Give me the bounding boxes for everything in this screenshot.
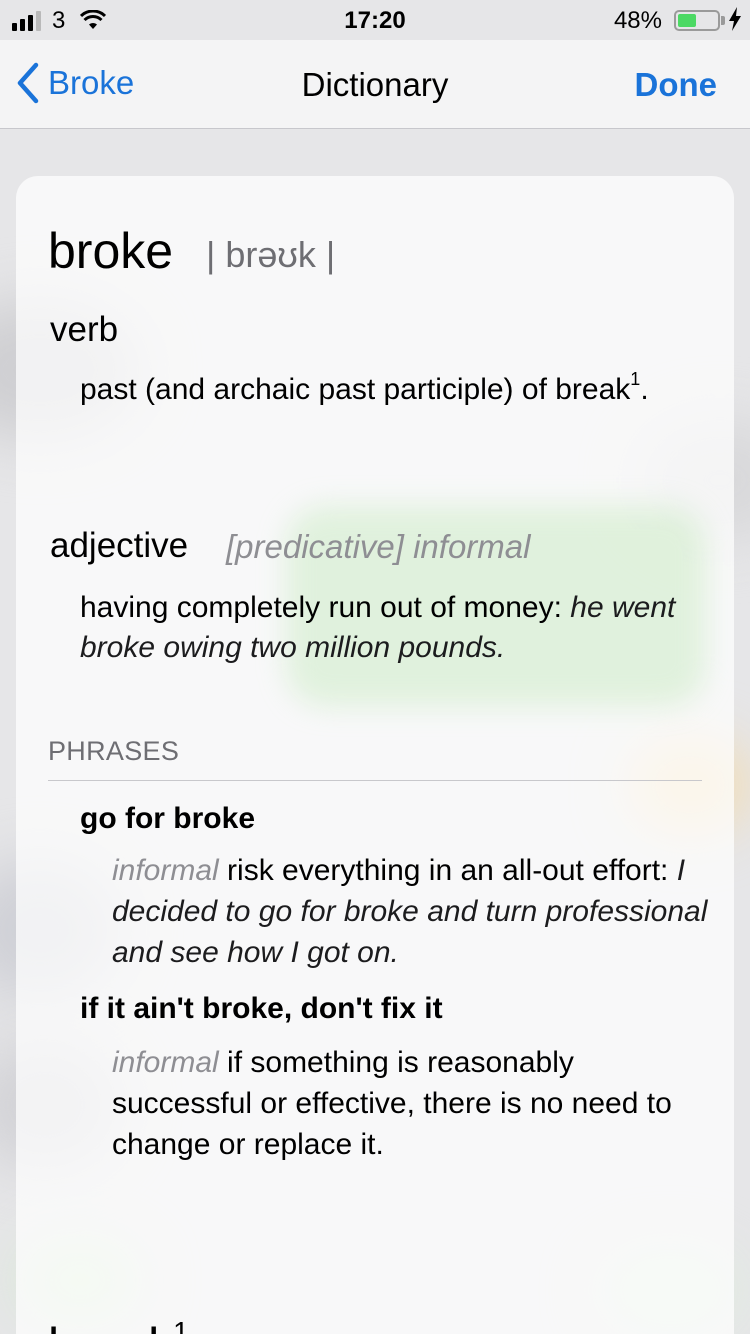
phrase-definition: informal if something is reasonably succ… [112,1042,712,1165]
homograph-number: 1 [630,369,641,389]
phrase-definition: informal risk everything in an all-out e… [112,850,712,973]
phrase-title: go for broke [80,802,256,835]
usage-labels: [predicative] informal [226,528,531,565]
register-label: informal [112,1046,219,1079]
headword: broke [48,223,174,279]
definition-verb: past (and archaic past participle) of br… [80,366,690,414]
done-button[interactable]: Done [635,66,718,104]
charging-bolt-icon [728,7,742,38]
definition-adjective: having completely run out of money: he w… [80,588,690,668]
pronunciation: | brəʊk | [206,234,336,275]
dictionary-screen: 3 17:20 48% Broke Dictionary Done broke … [0,0,750,1334]
definition-card[interactable]: broke | brəʊk | verb past (and archaic p… [16,176,734,1334]
battery-percentage: 48% [613,7,662,34]
part-of-speech-verb: verb [50,310,119,349]
definition-adjective-text: having completely run out of money: [80,591,562,624]
register-label: informal [112,854,219,887]
battery-terminal [721,16,725,25]
battery-icon [674,10,720,31]
battery-level-fill [678,14,697,27]
next-entry-headword: break1 [48,1316,189,1334]
phrase-title: if it ain't broke, don't fix it [80,992,443,1025]
section-divider [48,780,702,781]
navigation-bar: Broke Dictionary Done [0,40,750,129]
definition-verb-text: past (and archaic past participle) of [80,373,547,406]
phrase-definition-text: risk everything in an all-out effort: [227,854,669,887]
phrases-heading: PHRASES [48,736,180,766]
status-bar: 3 17:20 48% [0,0,750,40]
cross-reference-link[interactable]: break1 [555,370,640,406]
definition-end-punctuation: . [640,373,649,406]
part-of-speech-adjective: adjective [50,526,189,565]
